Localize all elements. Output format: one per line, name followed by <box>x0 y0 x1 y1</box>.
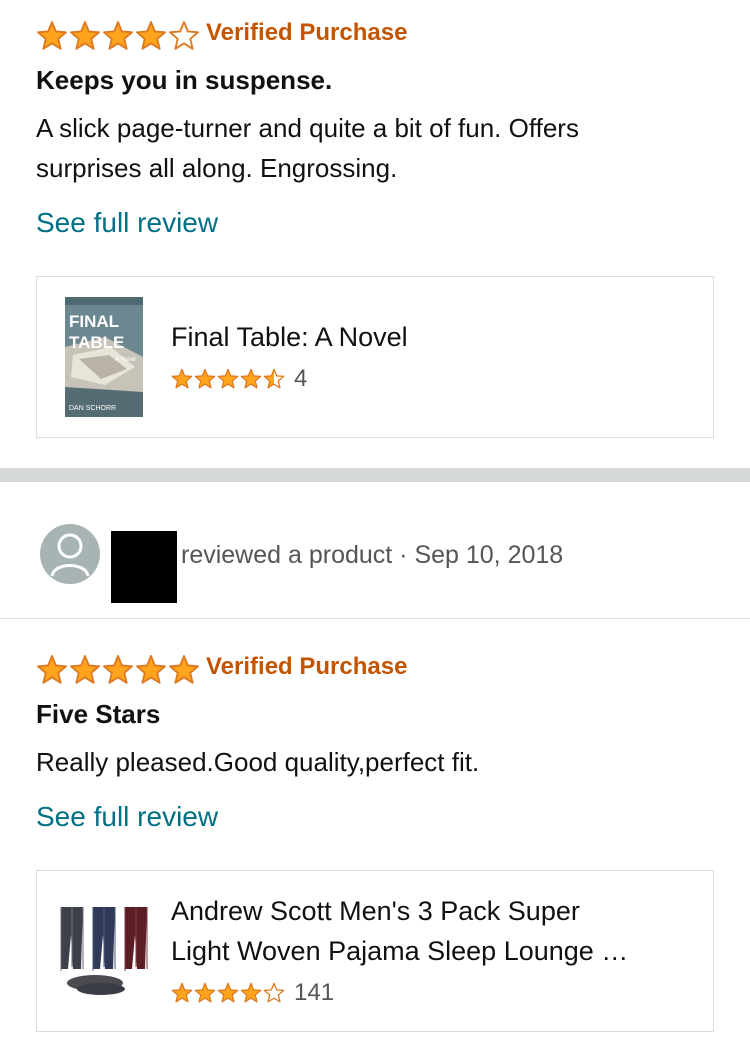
pajama-pants-image <box>60 907 148 995</box>
cover-author: DAN SCHORR <box>69 405 116 412</box>
book-cover-image: FINAL TABLE A Novel DAN SCHORR <box>65 297 143 417</box>
product-image <box>55 901 153 1001</box>
star-filled-icon <box>103 21 133 50</box>
star-filled-icon <box>240 982 262 1003</box>
product-rating: 4 <box>171 365 307 393</box>
product-card[interactable]: Andrew Scott Men's 3 Pack Super Light Wo… <box>36 870 714 1032</box>
star-filled-icon <box>194 982 216 1003</box>
product-rating-stars <box>171 982 286 1004</box>
cover-title-line2: TABLE <box>69 333 124 352</box>
product-title[interactable]: Final Table: A Novel <box>171 317 408 357</box>
review-activity-text: reviewed a product · Sep 10, 2018 <box>181 541 564 569</box>
cover-title-line1: FINAL <box>69 312 119 331</box>
star-filled-icon <box>194 368 216 389</box>
see-full-review-link[interactable]: See full review <box>36 206 218 240</box>
star-half-icon <box>263 368 285 389</box>
star-filled-icon <box>136 655 166 684</box>
star-filled-icon <box>70 21 100 50</box>
star-filled-icon <box>240 368 262 389</box>
product-title[interactable]: Andrew Scott Men's 3 Pack Super Light Wo… <box>171 891 628 971</box>
section-divider <box>0 468 750 482</box>
product-title-line: Andrew Scott Men's 3 Pack Super <box>171 896 580 926</box>
star-filled-icon <box>217 982 239 1003</box>
review-2-star-rating <box>36 654 201 686</box>
review-body-line: surprises all along. Engrossing. <box>36 153 398 183</box>
star-empty-icon <box>169 21 199 50</box>
header-divider <box>0 618 750 619</box>
review-1-star-rating <box>36 20 201 52</box>
verified-purchase-badge: Verified Purchase <box>206 19 408 46</box>
see-full-review-link[interactable]: See full review <box>36 800 218 834</box>
avatar[interactable] <box>40 524 100 584</box>
star-filled-icon <box>171 982 193 1003</box>
cover-subtitle: A Novel <box>115 357 136 363</box>
user-icon <box>50 533 90 577</box>
star-filled-icon <box>70 655 100 684</box>
star-filled-icon <box>217 368 239 389</box>
book-cover-art: FINAL TABLE A Novel DAN SCHORR <box>65 297 143 417</box>
star-filled-icon <box>37 21 67 50</box>
star-filled-icon <box>171 368 193 389</box>
star-filled-icon <box>136 21 166 50</box>
rating-count: 141 <box>294 979 335 1006</box>
star-filled-icon <box>37 655 67 684</box>
product-rating: 141 <box>171 979 334 1007</box>
product-title-line: Light Woven Pajama Sleep Lounge … <box>171 936 629 966</box>
product-card[interactable]: FINAL TABLE A Novel DAN SCHORR Final Tab… <box>36 276 714 438</box>
rating-count: 4 <box>294 365 308 392</box>
review-body: Really pleased.Good quality,perfect fit. <box>36 747 480 777</box>
review-title: Five Stars <box>36 699 161 729</box>
star-filled-icon <box>103 655 133 684</box>
product-rating-stars <box>171 368 286 390</box>
review-body-line: A slick page-turner and quite a bit of f… <box>36 113 579 143</box>
star-empty-icon <box>263 982 285 1003</box>
star-filled-icon <box>169 655 199 684</box>
redacted-username <box>111 531 177 603</box>
verified-purchase-badge: Verified Purchase <box>206 653 408 680</box>
review-title: Keeps you in suspense. <box>36 65 333 95</box>
review-body: A slick page-turner and quite a bit of f… <box>36 108 579 188</box>
